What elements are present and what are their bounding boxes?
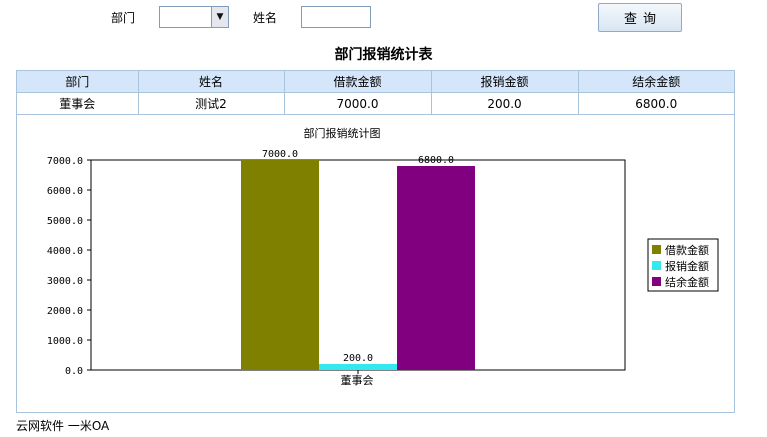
legend-label: 结余金额 <box>665 275 709 289</box>
legend-label: 借款金额 <box>665 243 709 257</box>
report-title: 部门报销统计表 <box>334 47 433 63</box>
dept-label: 部门 <box>111 11 136 25</box>
legend-swatch <box>652 261 661 270</box>
query-button[interactable]: 查询 <box>598 3 682 32</box>
bar-data-label: 6800.0 <box>418 155 454 166</box>
chart-legend: 借款金额报销金额结余金额 <box>647 238 719 292</box>
bar <box>241 160 319 370</box>
name-label: 姓名 <box>253 11 278 25</box>
y-tick-label: 0.0 <box>65 366 83 377</box>
plot-area <box>90 159 626 371</box>
cell-name: 测试2 <box>137 92 285 115</box>
y-axis: 0.0 1000.0 2000.0 3000.0 4000.0 5000.0 6000.0 7… <box>47 156 91 377</box>
cell-dept: 董事会 <box>17 92 139 115</box>
header-name: 姓名 <box>137 71 285 93</box>
bar-data-label: 200.0 <box>343 353 373 364</box>
x-category-label: 董事会 <box>341 374 374 387</box>
y-tick-label: 3000.0 <box>47 276 83 287</box>
legend-swatch <box>652 245 661 254</box>
bars <box>241 160 475 374</box>
header-dept: 部门 <box>17 71 139 93</box>
y-tick-label: 4000.0 <box>47 246 83 257</box>
expense-bar-chart: 部门报销统计图 0.0 1000.0 2000.0 3000.0 4000.0 5000.… <box>47 126 719 387</box>
dropdown-arrow-icon[interactable]: ▼ <box>211 7 228 27</box>
legend-swatch <box>652 277 661 286</box>
cell-reimburse-amount: 200.0 <box>430 92 579 115</box>
y-tick-label: 1000.0 <box>47 336 83 347</box>
table-header-row: 部门 姓名 借款金额 报销金额 结余金额 <box>17 71 734 93</box>
legend-label: 报销金额 <box>665 259 709 273</box>
footer-text: 云网软件 一米OA <box>16 419 110 433</box>
name-input[interactable] <box>301 6 371 28</box>
header-balance-amount: 结余金额 <box>577 71 734 93</box>
dept-select[interactable]: ▼ <box>159 6 229 28</box>
table-row: 董事会 测试2 7000.0 200.0 6800.0 <box>17 92 734 115</box>
report-table: 部门 姓名 借款金额 报销金额 结余金额 董事会 测试2 7000.0 200.… <box>17 71 734 115</box>
bar <box>319 364 397 370</box>
bar-data-label: 7000.0 <box>262 149 298 160</box>
bar <box>397 166 475 370</box>
header-loan-amount: 借款金额 <box>283 71 432 93</box>
cell-loan-amount: 7000.0 <box>283 92 432 115</box>
cell-balance-amount: 6800.0 <box>577 92 734 115</box>
header-reimburse-amount: 报销金额 <box>430 71 579 93</box>
y-tick-label: 7000.0 <box>47 156 83 167</box>
y-tick-label: 5000.0 <box>47 216 83 227</box>
y-tick-label: 2000.0 <box>47 306 83 317</box>
y-tick-label: 6000.0 <box>47 186 83 197</box>
chart-title: 部门报销统计图 <box>304 126 381 140</box>
